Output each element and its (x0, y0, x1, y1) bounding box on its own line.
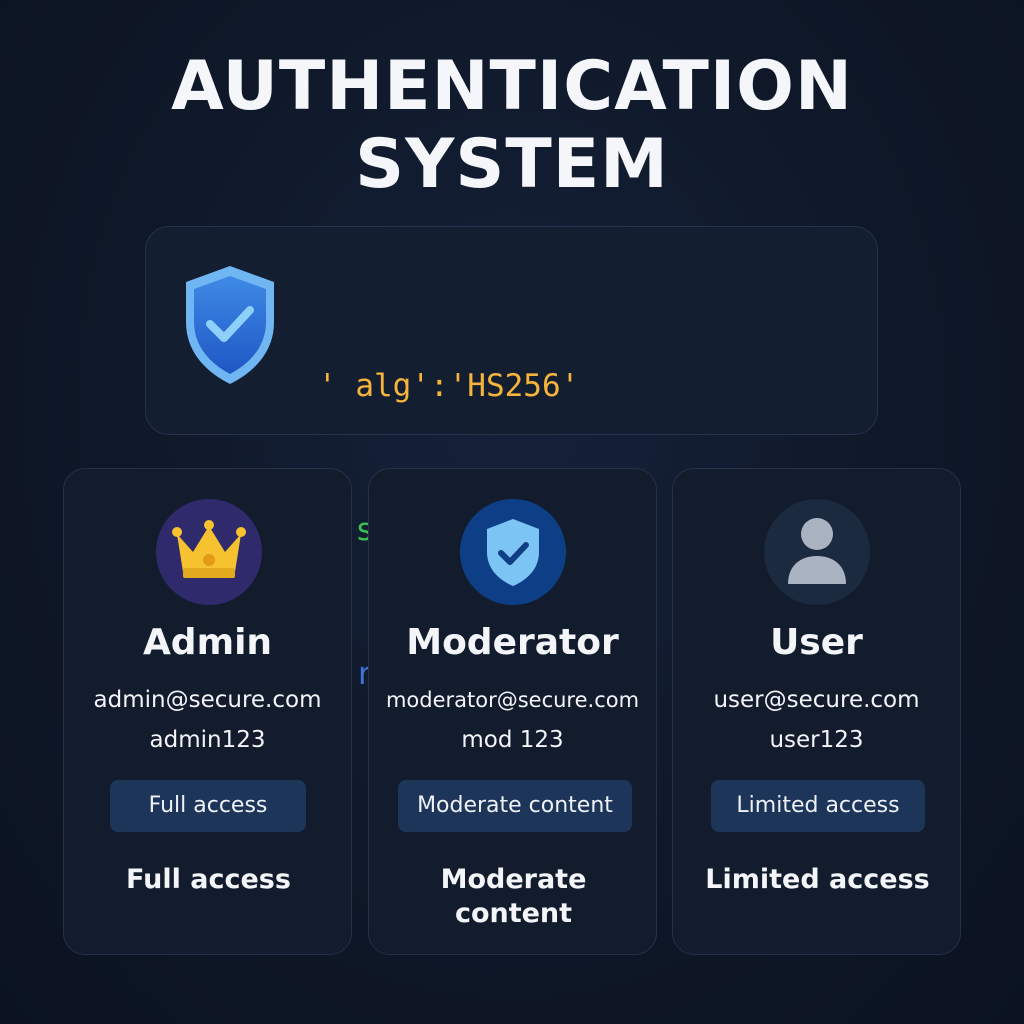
role-password: user123 (769, 727, 864, 753)
role-name: Moderator (406, 622, 619, 663)
role-email: admin@secure.com (93, 687, 322, 713)
role-name: Admin (142, 622, 273, 663)
crown-icon (156, 499, 262, 605)
role-badge[interactable]: Full access (110, 780, 306, 832)
role-badge[interactable]: Limited access (711, 780, 925, 832)
role-password: mod 123 (461, 727, 564, 753)
shield-check-icon (460, 499, 566, 605)
role-card-user[interactable]: User user@secure.com user123 Limited acc… (672, 468, 961, 955)
role-description: Full access (126, 864, 291, 895)
role-description: Limited access (705, 864, 930, 895)
role-email: user@secure.com (713, 687, 920, 713)
token-line-alg: ' alg':'HS256' (318, 368, 580, 404)
shield-check-icon (182, 264, 278, 386)
role-badge[interactable]: Moderate content (398, 780, 632, 832)
role-description: Moderate content (440, 864, 587, 929)
role-email: moderator@secure.com (385, 688, 640, 712)
role-password: admin123 (149, 727, 266, 753)
role-card-moderator[interactable]: Moderator moderator@secure.com mod 123 M… (368, 468, 657, 955)
title-line-1: AUTHENTICATION (171, 47, 853, 126)
role-name: User (770, 622, 863, 663)
page-title: AUTHENTICATION SYSTEM (0, 48, 1024, 204)
title-line-2: SYSTEM (355, 125, 669, 204)
role-card-admin[interactable]: Admin admin@secure.com admin123 Full acc… (63, 468, 352, 955)
user-icon (764, 499, 870, 605)
